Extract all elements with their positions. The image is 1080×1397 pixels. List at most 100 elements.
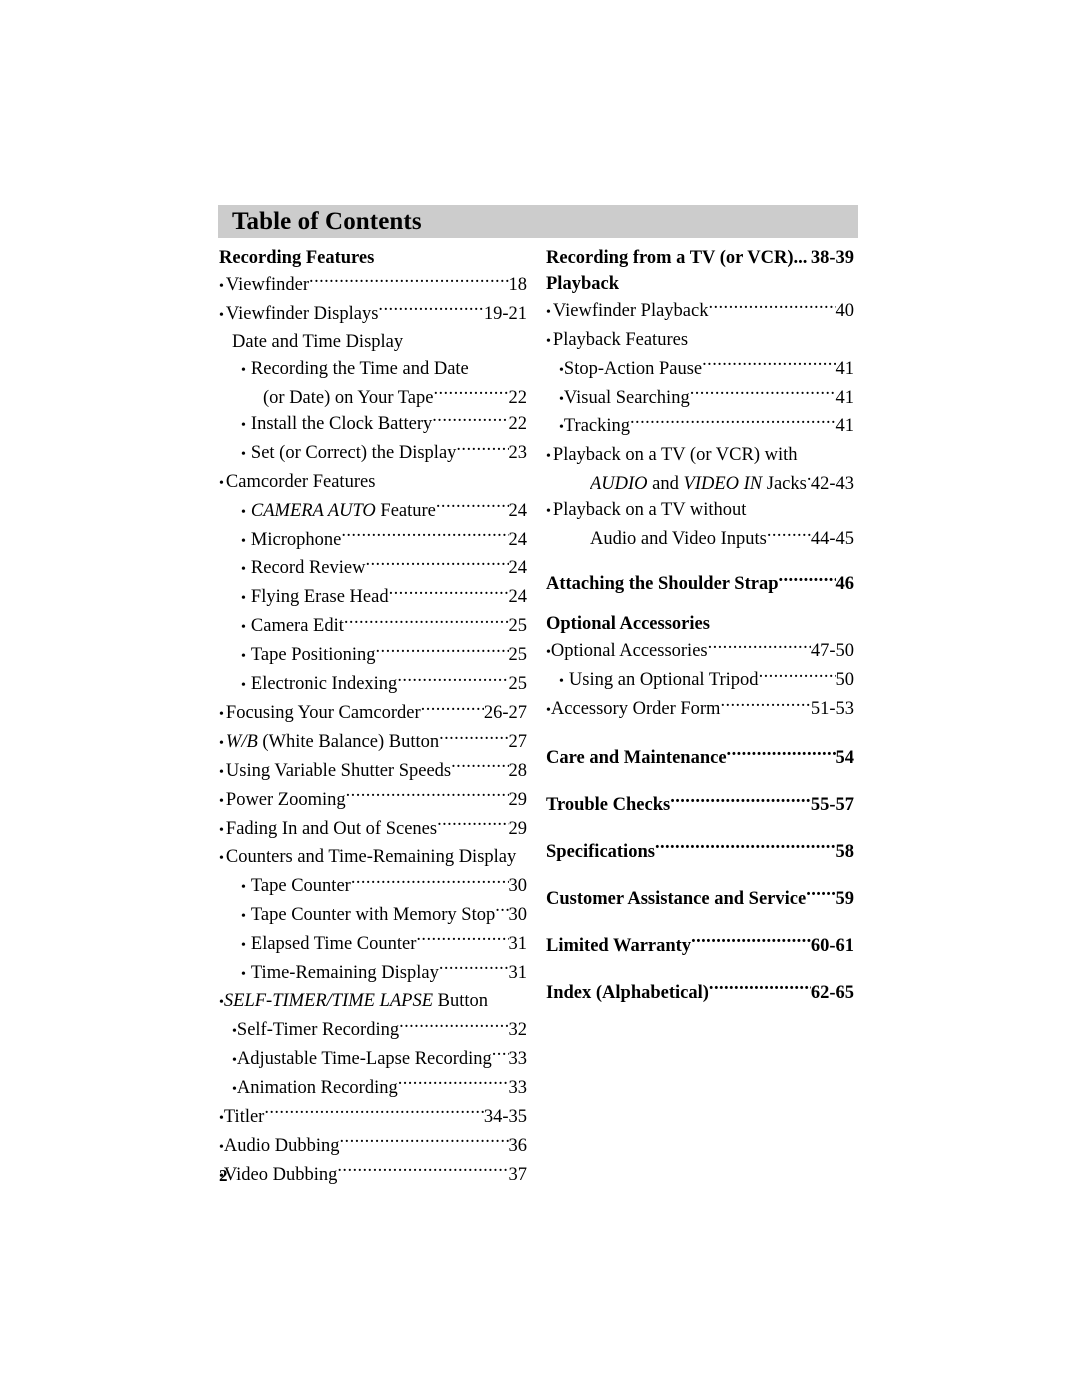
toc-section-heading: Specifications 58 [546, 838, 854, 865]
toc-entry-label-text: Video Dubbing [223, 1164, 338, 1185]
toc-entry-label: Camera Edit [251, 613, 344, 639]
toc-page-number: 41 [835, 387, 855, 408]
toc-entry-label: Install the Clock Battery [251, 411, 432, 437]
vertical-spacer [546, 552, 854, 570]
dot-leader [439, 959, 509, 978]
toc-entry: •Using Variable Shutter Speeds 28 [219, 757, 527, 786]
vertical-spacer [546, 865, 854, 885]
bullet-icon: • [546, 333, 551, 349]
toc-entry-label-text: Attaching the Shoulder Strap [546, 573, 779, 594]
toc-entry-label: Set (or Correct) the Display [251, 440, 457, 466]
dot-leader [655, 838, 836, 857]
vertical-spacer [546, 597, 854, 611]
dot-leader [421, 700, 484, 719]
toc-entry: •CAMERA AUTO Feature 24 [241, 497, 527, 526]
toc-section-heading: Recording Features [219, 245, 527, 271]
toc-entry-label-text: (or Date) on Your Tape [263, 387, 434, 408]
toc-page-number: 59 [835, 888, 855, 909]
bullet-icon: • [219, 307, 224, 323]
dot-leader [416, 930, 508, 949]
dot-leader [437, 815, 508, 834]
toc-entry-label: Power Zooming [226, 787, 346, 813]
dot-leader [720, 696, 810, 715]
toc-entry: • Recording the Time and Date [241, 356, 527, 384]
toc-entry-label: Playback on a TV without [553, 497, 854, 523]
toc-page-number: 60-61 [810, 935, 854, 956]
toc-entry-label: Stop-Action Pause [564, 356, 702, 382]
toc-entry-label-text: Titler [223, 1106, 265, 1127]
toc-entry-label-emphasis: CAMERA AUTO [250, 500, 376, 521]
toc-entry: • Playback Features [546, 327, 854, 355]
toc-page-number: 58 [835, 841, 855, 862]
toc-entry-label: Playback Features [553, 327, 854, 353]
bullet-icon: • [219, 822, 224, 838]
bullet-icon: • [559, 674, 564, 690]
bullet-icon: • [219, 735, 224, 751]
toc-page-number: 55-57 [810, 794, 854, 815]
toc-entry: Audio and Video Inputs 44-45 [590, 526, 854, 553]
toc-entry-label: Microphone [251, 527, 341, 553]
toc-entry-label-text: Customer Assistance and Service [546, 888, 807, 909]
dot-leader [630, 413, 835, 432]
toc-page-number: 24 [508, 500, 528, 521]
toc-entry-label-text: Feature [375, 500, 436, 521]
bullet-icon: • [241, 678, 246, 694]
toc-entry-label: Viewfinder Playback [553, 298, 709, 324]
toc-entry-label-text: Date and Time Display [232, 332, 404, 353]
toc-entry-label-text: Camcorder Features [225, 471, 376, 492]
toc-entry-label: Time-Remaining Display [251, 960, 439, 986]
dot-leader [451, 757, 508, 776]
toc-entry-label: W/B (White Balance) Button [226, 729, 439, 755]
toc-entry-label: Flying Erase Head [251, 584, 389, 610]
toc-section-heading: Index (Alphabetical) 62-65 [546, 979, 854, 1006]
toc-entry-label-text: Visual Searching [563, 387, 690, 408]
toc-page-number: 51-53 [810, 699, 854, 720]
toc-entry-label-text: Using Variable Shutter Speeds [225, 760, 452, 781]
toc-entry-label-text: Tape Counter [250, 875, 351, 896]
toc-entry: • Camcorder Features [219, 469, 527, 497]
toc-entry-label: Using an Optional Tripod [569, 667, 759, 693]
dot-leader [432, 411, 508, 430]
toc-right-column: Recording from a TV (or VCR)... 38-39 Play… [546, 245, 854, 1006]
toc-entry-label-emphasis: SELF-TIMER/TIME LAPSE [223, 991, 434, 1012]
toc-entry-label: (or Date) on Your Tape [263, 385, 433, 411]
bullet-icon: • [546, 504, 551, 520]
toc-entry: •Tracking 41 [559, 413, 854, 442]
toc-entry-label: Electronic Indexing [251, 671, 397, 697]
document-page: Table of Contents Recording Features • Vie… [0, 0, 1080, 1397]
bullet-icon: • [219, 764, 224, 780]
toc-page-number: 46 [835, 573, 855, 594]
toc-entry-label: Audio Dubbing [224, 1133, 340, 1159]
dot-leader [344, 613, 509, 632]
toc-entry-label-text: Specifications [546, 841, 655, 862]
toc-entry-label: Adjustable Time-Lapse Recording [237, 1046, 492, 1072]
toc-entry-label: CAMERA AUTO Feature [251, 498, 436, 524]
toc-entry: •Viewfinder Displays 19-21 [219, 300, 527, 329]
dot-leader [691, 932, 811, 951]
bullet-icon: • [241, 533, 246, 549]
toc-entry-label: Playback [546, 271, 854, 297]
bullet-icon: • [546, 305, 551, 321]
toc-entry: •Viewfinder Playback 40 [546, 298, 854, 327]
dot-leader [436, 497, 509, 516]
toc-entry-label-text: Recording from a TV (or VCR) [546, 248, 794, 268]
toc-entry-label-text: Time-Remaining Display [250, 962, 439, 983]
toc-entry: •Install the Clock Battery 22 [241, 411, 527, 440]
toc-page-number: 37 [508, 1164, 528, 1185]
dot-leader [433, 384, 508, 403]
bullet-icon: • [241, 908, 246, 924]
toc-entry-label-text: Install the Clock Battery [250, 414, 433, 435]
bullet-icon: • [219, 278, 224, 294]
toc-entry-label: Optional Accessories [546, 611, 854, 637]
toc-page-number: 26-27 [483, 703, 527, 723]
toc-page-number: 23 [508, 443, 528, 464]
toc-section-heading: Playback [546, 271, 854, 297]
toc-page-number: 62-65 [810, 982, 854, 1003]
toc-entry-label-text: Adjustable Time-Lapse Recording [236, 1048, 492, 1069]
toc-entry-label: Visual Searching [564, 385, 690, 411]
dot-leader [806, 885, 835, 904]
toc-page-number: 42-43 [810, 473, 854, 494]
toc-entry: • Playback on a TV (or VCR) with [546, 442, 854, 470]
toc-entry-label-text: Accessory Order Form [550, 699, 721, 720]
toc-page-number: 33 [508, 1077, 528, 1098]
